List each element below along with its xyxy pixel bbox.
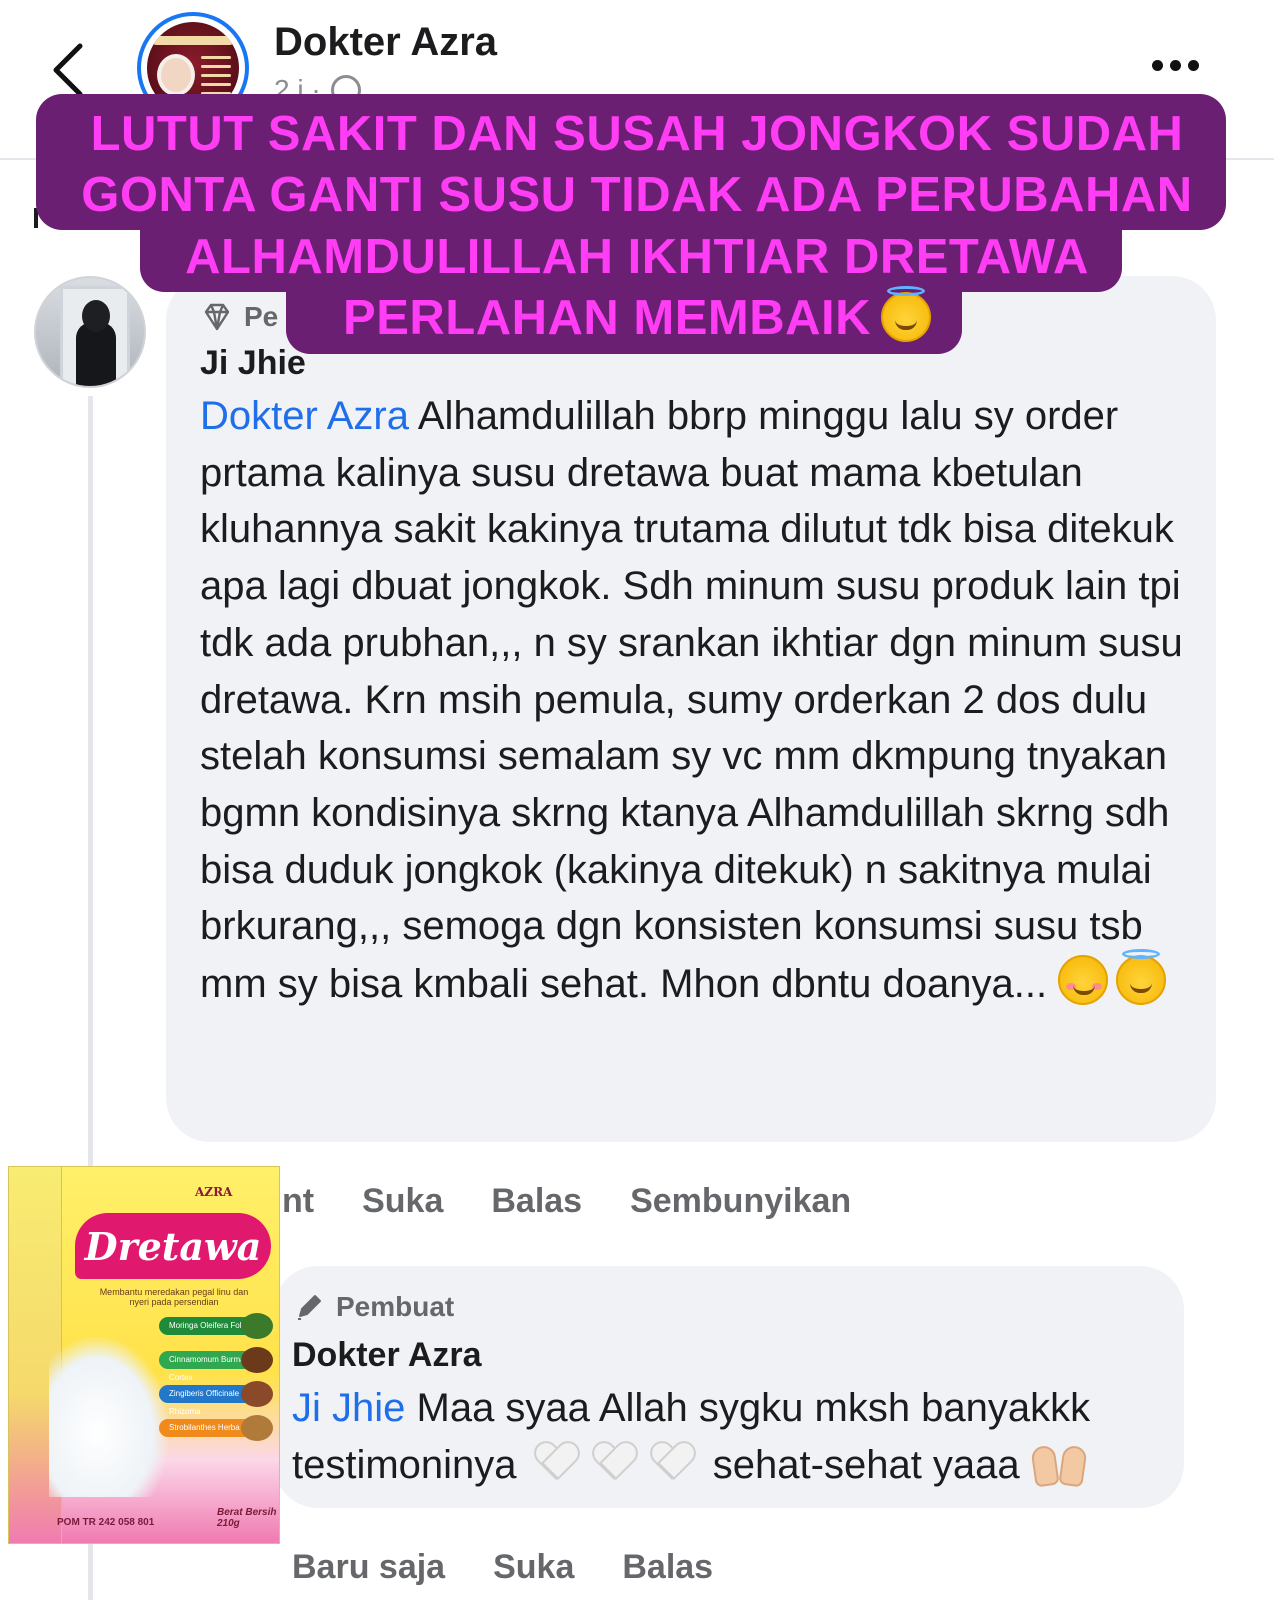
- cinnamon-icon: [241, 1347, 273, 1373]
- registration-number: POM TR 242 058 801: [57, 1517, 155, 1528]
- mention-link[interactable]: Dokter Azra: [200, 394, 409, 438]
- product-brand: AZRA: [195, 1185, 233, 1199]
- back-button[interactable]: [48, 40, 88, 100]
- palms-up-icon: [1030, 1442, 1088, 1488]
- product-logo: Dretawa: [75, 1213, 271, 1279]
- white-heart-icon: [650, 1442, 696, 1486]
- comment-actions: nt Suka Balas Sembunyikan: [282, 1182, 851, 1221]
- reply-actions: Baru saja Suka Balas: [292, 1548, 713, 1587]
- like-button[interactable]: Suka: [493, 1548, 574, 1587]
- like-button[interactable]: Suka: [362, 1182, 443, 1221]
- caption-line: PERLAHAN MEMBAIK: [343, 291, 871, 345]
- page-name[interactable]: Dokter Azra: [274, 20, 497, 65]
- white-heart-icon: [534, 1442, 580, 1486]
- white-heart-icon: [592, 1442, 638, 1486]
- smiling-face-icon: [1058, 955, 1109, 1006]
- ginger-icon: [241, 1381, 273, 1407]
- reply-author[interactable]: Dokter Azra: [292, 1336, 482, 1375]
- overlay-caption: LUTUT SAKIT DAN SUSAH JONGKOK SUDAH GONT…: [0, 94, 1274, 345]
- reply-text: Ji Jhie Maa syaa Allah sygku mksh banyak…: [292, 1380, 1172, 1493]
- herb-icon: [241, 1415, 273, 1441]
- net-weight: Berat Bersih 210g: [217, 1507, 277, 1529]
- reply-time: Baru saja: [292, 1548, 446, 1586]
- author-badge: Pembuat: [292, 1290, 454, 1324]
- caption-line: ALHAMDULILLAH IKHTIAR DRETAWA: [185, 230, 1089, 284]
- chevron-left-icon: [53, 43, 83, 97]
- halo-face-icon: [880, 286, 931, 342]
- comment-time: nt: [282, 1182, 315, 1220]
- comment-author[interactable]: Ji Jhie: [200, 344, 306, 383]
- reply-button[interactable]: Balas: [622, 1548, 713, 1587]
- badge-label: Pembuat: [336, 1291, 455, 1322]
- caption-line-last: PERLAHAN MEMBAIK: [0, 286, 1274, 349]
- product-tagline: Membantu meredakan pegal linu dan nyeri …: [99, 1287, 249, 1307]
- product-name: Dretawa: [84, 1223, 262, 1269]
- milk-splash-icon: [49, 1337, 169, 1497]
- hide-button[interactable]: Sembunyikan: [630, 1182, 851, 1221]
- dot-icon: [1170, 60, 1181, 71]
- more-options-button[interactable]: [1152, 58, 1212, 78]
- moringa-leaf-icon: [241, 1313, 273, 1339]
- reply-body-b: sehat-sehat yaaa: [701, 1442, 1031, 1487]
- pen-icon: [298, 1295, 321, 1320]
- caption-line: LUTUT SAKIT DAN SUSAH JONGKOK SUDAH: [90, 107, 1184, 161]
- reply-button[interactable]: Balas: [491, 1182, 582, 1221]
- caption-line: GONTA GANTI SUSU TIDAK ADA PERUBAHAN: [81, 168, 1193, 222]
- halo-face-icon: [1116, 949, 1167, 1006]
- mention-link[interactable]: Ji Jhie: [292, 1386, 405, 1430]
- dot-icon: [1152, 60, 1163, 71]
- dot-icon: [1188, 60, 1199, 71]
- comment-body: Alhamdulillah bbrp minggu lalu sy order …: [200, 394, 1183, 1007]
- product-box-image: AZRA Dretawa Membantu meredakan pegal li…: [8, 1166, 280, 1544]
- comment-text: Dokter Azra Alhamdulillah bbrp minggu la…: [200, 388, 1200, 1013]
